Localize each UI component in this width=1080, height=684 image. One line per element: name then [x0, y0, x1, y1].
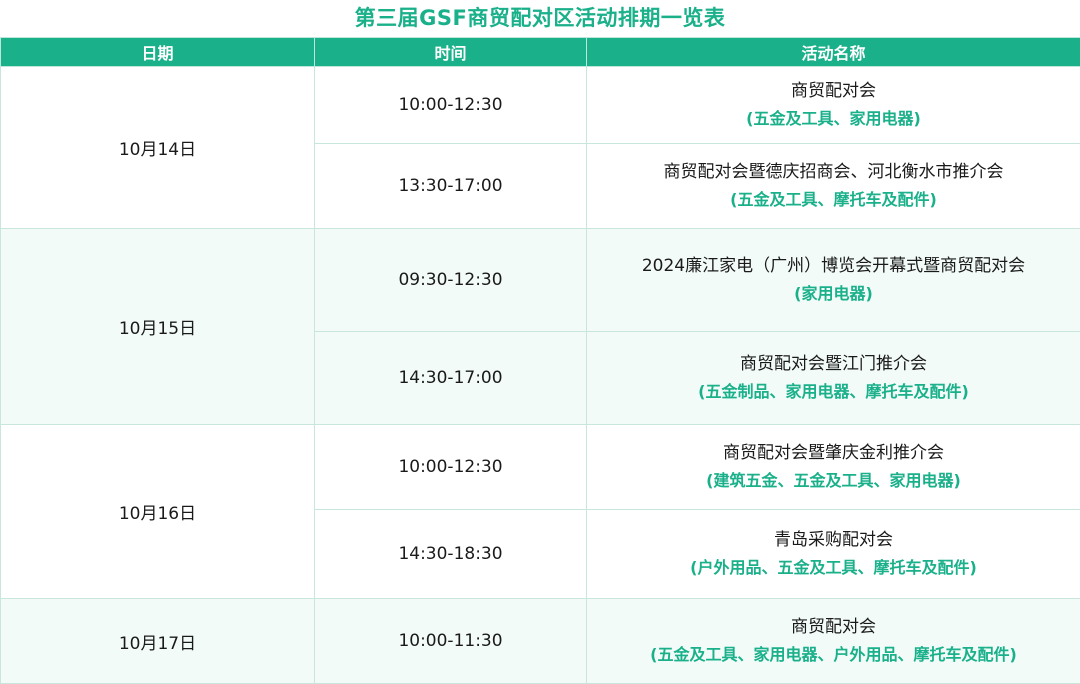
- activity-cell: 商贸配对会 (五金及工具、家用电器): [587, 67, 1080, 144]
- activity-name: 2024廉江家电（广州）博览会开幕式暨商贸配对会: [587, 252, 1080, 280]
- activity-category: (建筑五金、五金及工具、家用电器): [587, 467, 1080, 495]
- date-cell: 10月14日: [1, 67, 315, 229]
- time-cell: 09:30-12:30: [315, 229, 587, 332]
- activity-category: (五金制品、家用电器、摩托车及配件): [587, 378, 1080, 406]
- time-cell: 14:30-17:00: [315, 332, 587, 425]
- activity-cell: 商贸配对会 (五金及工具、家用电器、户外用品、摩托车及配件): [587, 599, 1080, 684]
- activity-cell: 商贸配对会暨肇庆金利推介会 (建筑五金、五金及工具、家用电器): [587, 425, 1080, 510]
- table-row: 10月16日 10:00-12:30 商贸配对会暨肇庆金利推介会 (建筑五金、五…: [1, 425, 1080, 510]
- activity-cell: 2024廉江家电（广州）博览会开幕式暨商贸配对会 (家用电器): [587, 229, 1080, 332]
- schedule-page: 第三届GSF商贸配对区活动排期一览表 日期 时间 活动名称 10月14日 10:…: [0, 0, 1080, 683]
- header-activity: 活动名称: [587, 38, 1080, 67]
- activity-category: (五金及工具、家用电器): [587, 105, 1080, 133]
- activity-name: 商贸配对会暨江门推介会: [587, 350, 1080, 378]
- time-cell: 14:30-18:30: [315, 510, 587, 599]
- activity-cell: 商贸配对会暨江门推介会 (五金制品、家用电器、摩托车及配件): [587, 332, 1080, 425]
- schedule-table: 日期 时间 活动名称 10月14日 10:00-12:30 商贸配对会 (五金及…: [0, 37, 1080, 684]
- activity-category: (家用电器): [587, 280, 1080, 308]
- header-time: 时间: [315, 38, 587, 67]
- activity-name: 商贸配对会: [587, 613, 1080, 641]
- activity-cell: 商贸配对会暨德庆招商会、河北衡水市推介会 (五金及工具、摩托车及配件): [587, 144, 1080, 229]
- date-cell: 10月17日: [1, 599, 315, 684]
- time-cell: 10:00-11:30: [315, 599, 587, 684]
- activity-name: 商贸配对会暨肇庆金利推介会: [587, 439, 1080, 467]
- activity-name: 商贸配对会暨德庆招商会、河北衡水市推介会: [587, 158, 1080, 186]
- activity-category: (五金及工具、家用电器、户外用品、摩托车及配件): [587, 641, 1080, 669]
- table-row: 10月17日 10:00-11:30 商贸配对会 (五金及工具、家用电器、户外用…: [1, 599, 1080, 684]
- time-cell: 13:30-17:00: [315, 144, 587, 229]
- activity-cell: 青岛采购配对会 (户外用品、五金及工具、摩托车及配件): [587, 510, 1080, 599]
- table-header-row: 日期 时间 活动名称: [1, 38, 1080, 67]
- activity-category: (户外用品、五金及工具、摩托车及配件): [587, 554, 1080, 582]
- date-cell: 10月15日: [1, 229, 315, 425]
- page-title: 第三届GSF商贸配对区活动排期一览表: [0, 0, 1080, 37]
- activity-category: (五金及工具、摩托车及配件): [587, 186, 1080, 214]
- header-date: 日期: [1, 38, 315, 67]
- activity-name: 商贸配对会: [587, 77, 1080, 105]
- time-cell: 10:00-12:30: [315, 425, 587, 510]
- date-cell: 10月16日: [1, 425, 315, 599]
- activity-name: 青岛采购配对会: [587, 526, 1080, 554]
- table-row: 10月14日 10:00-12:30 商贸配对会 (五金及工具、家用电器): [1, 67, 1080, 144]
- table-row: 10月15日 09:30-12:30 2024廉江家电（广州）博览会开幕式暨商贸…: [1, 229, 1080, 332]
- time-cell: 10:00-12:30: [315, 67, 587, 144]
